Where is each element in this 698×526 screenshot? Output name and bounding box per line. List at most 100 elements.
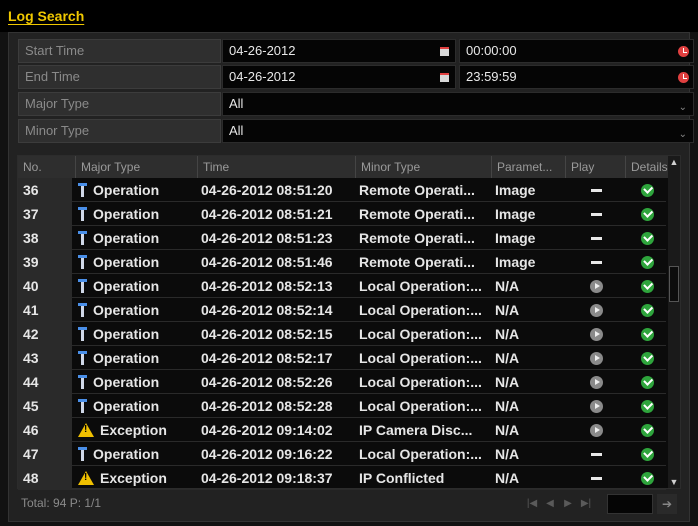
cell-details	[627, 298, 667, 322]
end-time-label: End Time	[18, 65, 221, 89]
cell-play	[567, 178, 625, 202]
clock-icon[interactable]	[678, 72, 689, 83]
table-row[interactable]: 47 Operation 04-26-2012 09:16:22 Local Oper…	[18, 442, 680, 466]
cell-parameter: Image	[495, 254, 536, 270]
cell-parameter: Image	[495, 182, 536, 198]
column-header-major-type[interactable]: Major Type	[76, 156, 198, 178]
table-row[interactable]: 38 Operation 04-26-2012 08:51:23 Remote Ope…	[18, 226, 680, 250]
table-row[interactable]: 39 Operation 04-26-2012 08:51:46 Remote Ope…	[18, 250, 680, 274]
play-icon[interactable]	[589, 375, 603, 389]
table-row[interactable]: 37 Operation 04-26-2012 08:51:21 Remote Ope…	[18, 202, 680, 226]
table-row[interactable]: 46! Exception 04-26-2012 09:14:02 IP Camera…	[18, 418, 680, 442]
vertical-scrollbar[interactable]: ▲ ▼	[668, 156, 680, 488]
operation-icon	[78, 254, 87, 269]
cell-details	[627, 466, 667, 490]
check-icon[interactable]	[640, 207, 654, 221]
scroll-down-icon[interactable]: ▼	[669, 477, 679, 487]
cell-minor-type: Local Operation:...	[359, 326, 482, 342]
scrollbar-thumb[interactable]	[669, 266, 679, 302]
no-playback-dash	[590, 188, 602, 192]
column-header-no[interactable]: No.	[18, 156, 76, 178]
column-header-parameter[interactable]: Paramet...	[492, 156, 566, 178]
cell-play	[567, 322, 625, 346]
table-row[interactable]: 45 Operation 04-26-2012 08:52:28 Local Oper…	[18, 394, 680, 418]
play-icon[interactable]	[589, 399, 603, 413]
start-time-field[interactable]: 00:00:00	[459, 39, 694, 63]
cell-parameter: N/A	[495, 350, 520, 366]
column-header-play[interactable]: Play	[566, 156, 626, 178]
table-row[interactable]: 41 Operation 04-26-2012 08:52:14 Local Oper…	[18, 298, 680, 322]
check-icon[interactable]	[640, 327, 654, 341]
operation-icon	[78, 278, 87, 293]
start-date-value: 04-26-2012	[229, 43, 296, 58]
cell-parameter: N/A	[495, 446, 520, 462]
check-icon[interactable]	[640, 399, 654, 413]
cell-minor-type: Remote Operati...	[359, 182, 475, 198]
cell-major-type: Operation	[78, 178, 196, 202]
end-date-field[interactable]: 04-26-2012	[222, 65, 456, 89]
first-page-icon[interactable]: |◀	[525, 496, 539, 512]
next-page-icon[interactable]: ▶	[561, 496, 575, 512]
chevron-down-icon: ⌄	[678, 102, 687, 113]
check-icon[interactable]	[640, 231, 654, 245]
no-playback-dash	[590, 260, 602, 264]
check-icon[interactable]	[640, 375, 654, 389]
table-header: No. Major Type Time Minor Type Paramet..…	[18, 156, 680, 178]
cell-play	[567, 298, 625, 322]
column-header-minor-type[interactable]: Minor Type	[356, 156, 492, 178]
cell-play	[567, 418, 625, 442]
table-row[interactable]: 43 Operation 04-26-2012 08:52:17 Local Oper…	[18, 346, 680, 370]
end-time-field[interactable]: 23:59:59	[459, 65, 694, 89]
check-icon[interactable]	[640, 447, 654, 461]
no-playback-dash	[590, 236, 602, 240]
prev-page-icon[interactable]: ◀	[543, 496, 557, 512]
cell-time: 04-26-2012 08:52:28	[201, 398, 333, 414]
table-row[interactable]: 40 Operation 04-26-2012 08:52:13 Local Oper…	[18, 274, 680, 298]
cell-details	[627, 274, 667, 298]
clock-icon[interactable]	[678, 46, 689, 57]
major-type-text: Operation	[93, 230, 160, 246]
start-date-field[interactable]: 04-26-2012	[222, 39, 456, 63]
cell-details	[627, 394, 667, 418]
calendar-icon[interactable]	[440, 47, 449, 56]
cell-details	[627, 226, 667, 250]
page-title: Log Search	[8, 8, 85, 24]
cell-minor-type: Local Operation:...	[359, 374, 482, 390]
check-icon[interactable]	[640, 303, 654, 317]
cell-play	[567, 250, 625, 274]
page-number-input[interactable]	[607, 494, 653, 514]
play-icon[interactable]	[589, 279, 603, 293]
play-icon[interactable]	[589, 303, 603, 317]
table-footer: Total: 94 P: 1/1 |◀ ◀ ▶ ▶| ➔	[17, 492, 681, 518]
play-icon[interactable]	[589, 351, 603, 365]
play-icon[interactable]	[589, 327, 603, 341]
table-row[interactable]: 36 Operation 04-26-2012 08:51:20 Remote Ope…	[18, 178, 680, 202]
calendar-icon[interactable]	[440, 73, 449, 82]
cell-no: 47	[18, 442, 72, 466]
check-icon[interactable]	[640, 351, 654, 365]
cell-no: 37	[18, 202, 72, 226]
cell-major-type: Operation	[78, 202, 196, 226]
cell-play	[567, 346, 625, 370]
cell-play	[567, 370, 625, 394]
check-icon[interactable]	[640, 279, 654, 293]
check-icon[interactable]	[640, 255, 654, 269]
minor-type-select[interactable]: All ⌄	[222, 119, 694, 143]
play-icon[interactable]	[589, 423, 603, 437]
check-icon[interactable]	[640, 471, 654, 485]
check-icon[interactable]	[640, 183, 654, 197]
major-type-text: Operation	[93, 398, 160, 414]
scroll-up-icon[interactable]: ▲	[669, 157, 679, 167]
column-header-details[interactable]: Details	[626, 156, 668, 178]
check-icon[interactable]	[640, 423, 654, 437]
table-row[interactable]: 44 Operation 04-26-2012 08:52:26 Local Oper…	[18, 370, 680, 394]
table-row[interactable]: 48! Exception 04-26-2012 09:18:37 IP Confli…	[18, 466, 680, 490]
no-playback-dash	[590, 476, 602, 480]
major-type-select[interactable]: All ⌄	[222, 92, 694, 116]
column-header-time[interactable]: Time	[198, 156, 356, 178]
cell-play	[567, 274, 625, 298]
go-page-icon[interactable]: ➔	[657, 494, 677, 514]
table-row[interactable]: 42 Operation 04-26-2012 08:52:15 Local Oper…	[18, 322, 680, 346]
cell-no: 45	[18, 394, 72, 418]
last-page-icon[interactable]: ▶|	[579, 496, 593, 512]
